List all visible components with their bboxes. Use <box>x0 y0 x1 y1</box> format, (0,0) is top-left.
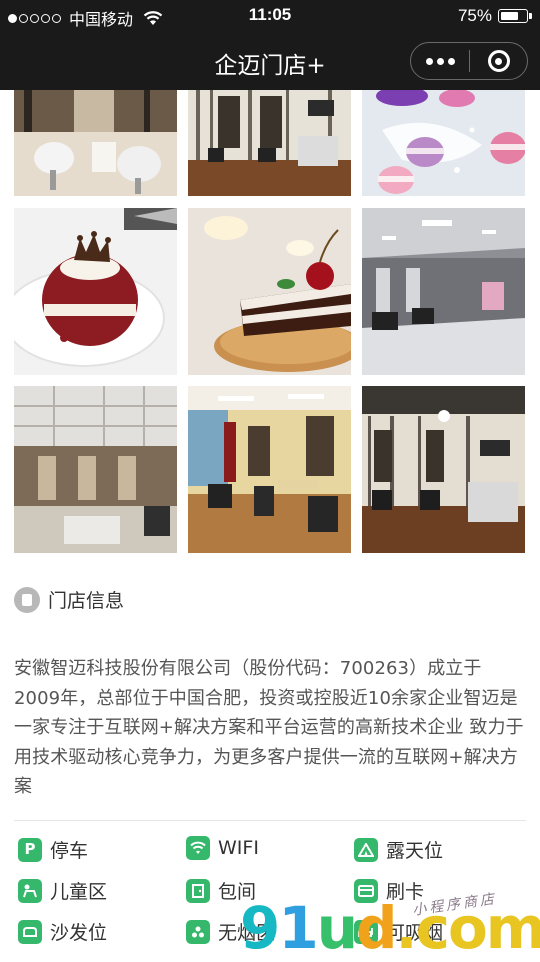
battery-percent: 75% <box>457 6 492 25</box>
watermark-logo: 91ud.com 小程序商店 <box>240 880 540 960</box>
battery-status: 75% <box>458 6 532 26</box>
divider <box>14 820 526 821</box>
salon-birch-mirror-photo[interactable] <box>362 386 525 553</box>
salon-white-chairs-photo[interactable] <box>14 90 177 196</box>
kids-area-icon <box>18 878 42 903</box>
red-velvet-cake-photo[interactable] <box>14 208 177 375</box>
mini-program-navbar: 企迈门店+ <box>0 32 540 90</box>
facility-label: 露天位 <box>386 840 444 862</box>
facility-parking: P 停车 <box>18 836 88 863</box>
store-info-icon <box>14 586 40 613</box>
macarons-photo[interactable] <box>362 90 525 196</box>
photo-gallery <box>0 90 540 556</box>
store-info-header: 门店信息 <box>14 586 124 613</box>
status-bar: 中国移动 11:05 75% <box>0 0 540 32</box>
store-description: 安徽智迈科技股份有限公司（股份代码：700263）成立于2009年，总部位于中国… <box>14 658 524 797</box>
wifi-icon <box>186 836 210 860</box>
cherry-cake-slice-photo[interactable] <box>188 208 351 375</box>
salon-yellow-wall-photo[interactable] <box>188 386 351 553</box>
facility-label: 停车 <box>50 840 89 862</box>
capsule-menu <box>410 42 528 80</box>
more-dots-icon[interactable] <box>411 57 469 65</box>
no-smoking-icon <box>186 919 210 944</box>
battery-icon <box>498 9 528 23</box>
circle-close-icon[interactable] <box>470 50 527 72</box>
battery-fill <box>501 12 518 20</box>
battery-cap <box>529 13 532 19</box>
salon-interior-grey-photo[interactable] <box>362 208 525 375</box>
facility-wifi: WIFI <box>186 836 259 860</box>
outdoor-seating-icon <box>354 837 378 862</box>
facility-sofa: 沙发位 <box>18 918 107 945</box>
facility-outdoor: 露天位 <box>354 836 443 863</box>
facility-label: 儿童区 <box>50 881 108 903</box>
facility-label: WIFI <box>218 837 259 859</box>
sofa-icon <box>18 919 42 944</box>
facility-label: 沙发位 <box>50 922 108 944</box>
parking-icon: P <box>18 837 42 862</box>
salon-hall-photo[interactable] <box>14 386 177 553</box>
section-title: 门店信息 <box>48 590 125 612</box>
private-room-icon <box>186 878 210 903</box>
salon-birch-wallpaper-photo[interactable] <box>188 90 351 196</box>
facility-kids: 儿童区 <box>18 877 107 904</box>
